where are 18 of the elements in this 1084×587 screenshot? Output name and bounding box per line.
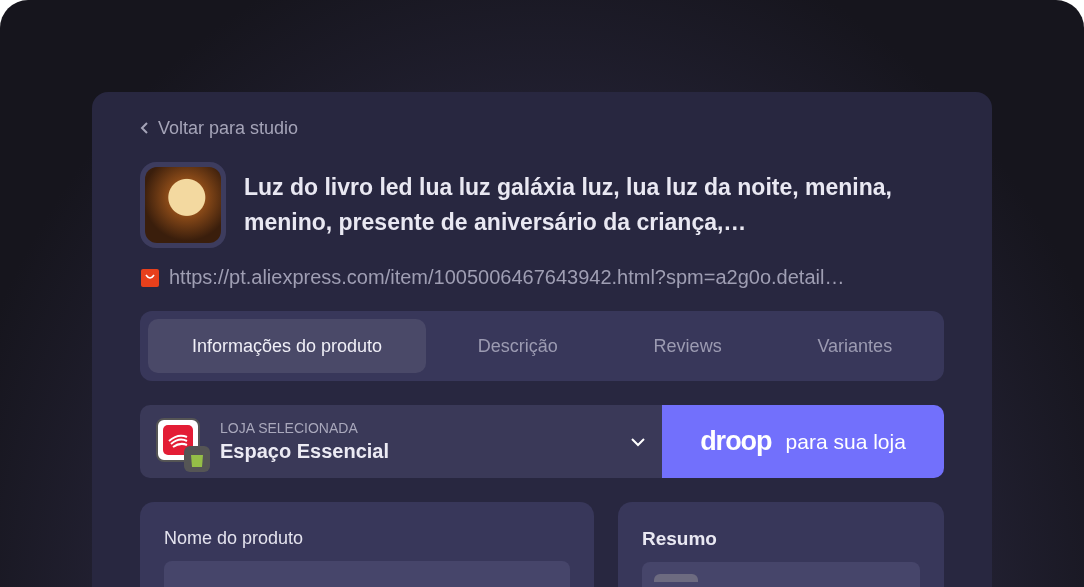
product-url[interactable]: https://pt.aliexpress.com/item/1005006467643942.html?spm=a2g0o.detail… [169, 266, 845, 289]
shopping-bag-icon [184, 445, 210, 472]
tab[interactable]: Informações do produto [148, 319, 426, 373]
summary-title: Resumo [642, 528, 718, 550]
chevron-down-icon [630, 436, 646, 447]
tab[interactable]: Variantes [773, 319, 937, 373]
photo-placeholder [654, 574, 698, 582]
store-selector[interactable]: LOJA SELECIONADA Espaço Essencial [140, 405, 662, 478]
shopping-bag-icon [140, 267, 160, 288]
store-name: Espaço Essencial [220, 440, 390, 463]
product-title: Luz do livro led lua luz galáxia luz, lua luz da noite, menina, menino, presente de aniversário da criança,… [244, 173, 893, 237]
tab[interactable]: Descrição [433, 319, 602, 373]
chevron-left-icon [140, 121, 150, 135]
droop-button[interactable]: droop para sua loja [662, 405, 944, 478]
field-label: Nome do produto [164, 528, 305, 549]
store-caption: LOJA SELECIONADA [220, 420, 359, 436]
back-link[interactable]: Voltar para studio [158, 117, 299, 139]
tab[interactable]: Reviews [609, 319, 766, 373]
